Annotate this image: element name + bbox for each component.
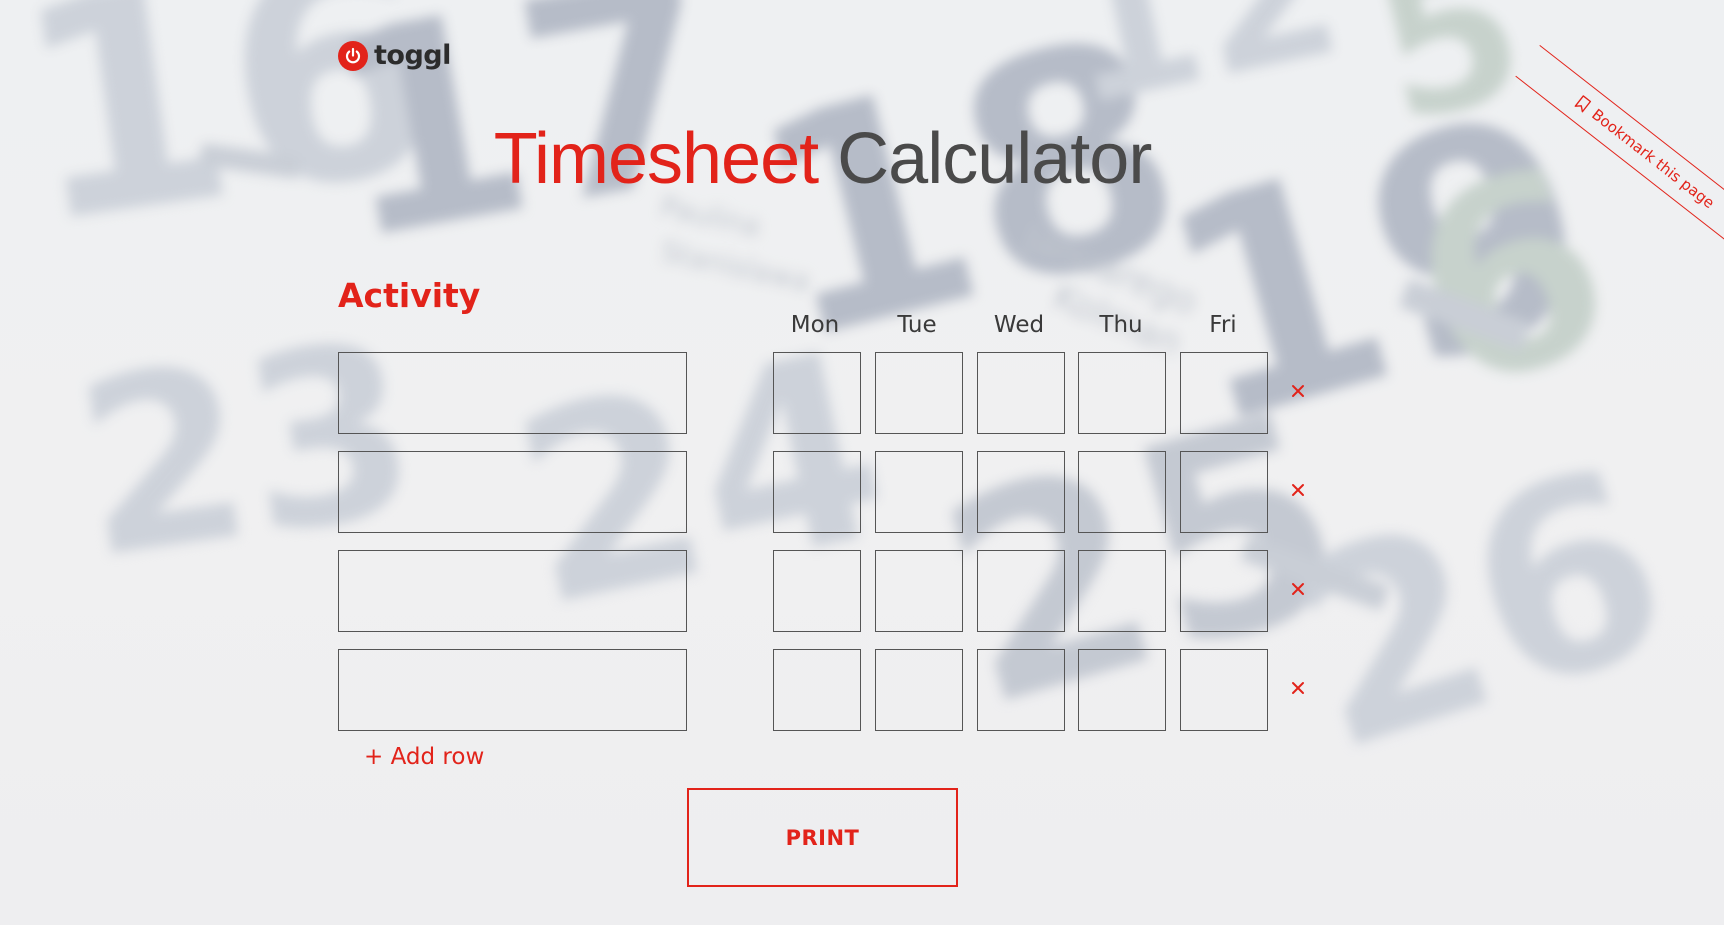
bookmark-label: Bookmark this page bbox=[1588, 105, 1718, 213]
ribbon-clip: Bookmark this page bbox=[0, 0, 1724, 925]
bookmark-ribbon[interactable]: Bookmark this page bbox=[1515, 45, 1724, 274]
page: 16 17 18 19 6 12 5 23 24 25 26 Januarego… bbox=[0, 0, 1724, 925]
bookmark-icon bbox=[1574, 95, 1592, 113]
